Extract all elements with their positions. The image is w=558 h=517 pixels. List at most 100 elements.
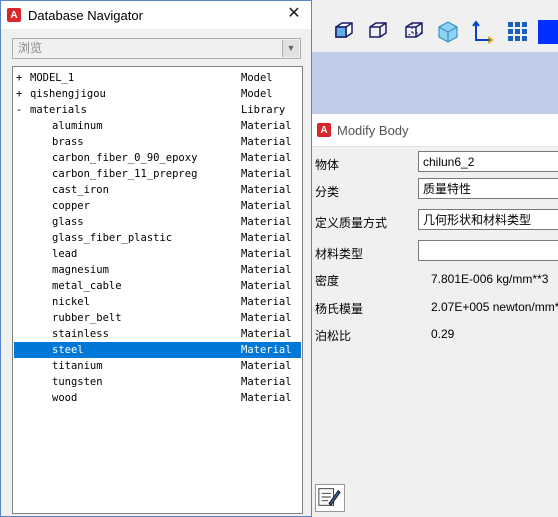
tree-item-brass[interactable]: brass Material [14,134,301,150]
tree-item-glass[interactable]: glass Material [14,214,301,230]
tree-item-rubber-belt[interactable]: rubber_belt Material [14,310,301,326]
body-name-field[interactable]: chilun6_2 [418,151,558,172]
tree-item-glass-fiber-plastic[interactable]: glass_fiber_plastic Material [14,230,301,246]
tree-item-type: Material [241,168,292,180]
tree-item-type: Material [241,200,292,212]
tree-item-name: rubber_belt [52,312,122,324]
collapse-icon[interactable]: - [16,102,22,118]
tree-item-name: glass [52,216,84,228]
define-mass-select[interactable]: 几何形状和材料类型 [418,209,558,230]
tree-item-name: steel [52,344,84,356]
tree-item-tungsten[interactable]: tungsten Material [14,374,301,390]
tree-item-lead[interactable]: lead Material [14,246,301,262]
tree-item-name: metal_cable [52,280,122,292]
database-navigator-titlebar[interactable]: A Database Navigator ✕ [1,1,311,29]
tree-item-type: Material [241,392,292,404]
tree-item-name: brass [52,136,84,148]
app-logo-icon: A [7,8,21,22]
view-cube-front-icon[interactable] [330,18,358,46]
tree-item-magnesium[interactable]: magnesium Material [14,262,301,278]
tree-item-name: aluminum [52,120,103,132]
graphics-canvas[interactable] [312,52,558,114]
tree-item-name: magnesium [52,264,109,276]
view-iso-shaded-icon[interactable] [434,18,462,46]
tree-item-name: wood [52,392,78,404]
tree-item-type: Material [241,344,292,356]
close-icon[interactable]: ✕ [285,5,303,23]
poisson-ratio-label: 泊松比 [315,329,352,343]
tree-item-name: stainless [52,328,109,340]
tree-item-titanium[interactable]: titanium Material [14,358,301,374]
tree-item-name: MODEL_1 [30,72,75,84]
tree-item-type: Material [241,280,292,292]
tree-item-stainless[interactable]: stainless Material [14,326,301,342]
tree-item-name: carbon_fiber_0_90_epoxy [52,152,198,164]
tree-item-name: cast_iron [52,184,109,196]
expand-icon[interactable]: + [16,70,22,86]
main-toolbar [312,14,558,52]
material-type-label: 材料类型 [315,247,364,261]
tree-item-name: nickel [52,296,90,308]
view-cube-hidden-icon[interactable] [400,18,428,46]
browse-mode-select[interactable]: 浏览 ▼ [12,38,301,59]
tree-item-materials[interactable]: - materials Library [14,102,301,118]
tree-item-type: Material [241,152,292,164]
youngs-modulus-label: 杨氏模量 [315,302,364,316]
tree-item-type: Material [241,248,292,260]
tree-item-type: Material [241,232,292,244]
category-select[interactable]: 质量特性 [418,178,558,199]
tree-item-type: Library [241,104,286,116]
coordinate-axes-icon[interactable] [468,18,496,46]
tree-item-name: tungsten [52,376,103,388]
tree-item-aluminum[interactable]: aluminum Material [14,118,301,134]
tree-item-type: Material [241,184,292,196]
mesh-grid-icon[interactable] [504,18,532,46]
tree-item-name: glass_fiber_plastic [52,232,173,244]
tree-item-name: carbon_fiber_11_prepreg [52,168,198,180]
tree-item-cast-iron[interactable]: cast_iron Material [14,182,301,198]
browse-mode-value: 浏览 [18,41,43,55]
app-logo-icon: A [317,123,331,137]
chevron-down-icon[interactable]: ▼ [282,40,299,57]
tree-item-name: lead [52,248,78,260]
tree-item-type: Material [241,264,292,276]
tree-item-type: Material [241,120,292,132]
window-title: Database Navigator [28,7,143,23]
category-label: 分类 [315,185,340,199]
tree-item-type: Material [241,376,292,388]
tree-item-nickel[interactable]: nickel Material [14,294,301,310]
tree-item-type: Material [241,296,292,308]
tree-item-qishengjigou[interactable]: + qishengjigou Model [14,86,301,102]
material-type-field[interactable] [418,240,558,261]
database-navigator-body: 浏览 ▼ + MODEL_1 Model + qishengjigou Model - mat… [1,29,311,516]
tree-item-type: Material [241,136,292,148]
youngs-modulus-value: 2.07E+005 newton/mm**2 [431,300,558,314]
tree-item-type: Material [241,360,292,372]
edit-notes-icon[interactable] [315,484,345,512]
tree-item-steel[interactable]: steel Material [14,342,301,358]
tree-item-carbon-fiber-11-prepreg[interactable]: carbon_fiber_11_prepreg Material [14,166,301,182]
tree-item-type: Material [241,312,292,324]
tree-item-wood[interactable]: wood Material [14,390,301,406]
body-label: 物体 [315,158,340,172]
tree-item-MODEL-1[interactable]: + MODEL_1 Model [14,70,301,86]
tree-item-carbon-fiber-0-90-epoxy[interactable]: carbon_fiber_0_90_epoxy Material [14,150,301,166]
expand-icon[interactable]: + [16,86,22,102]
view-cube-wire-icon[interactable] [364,18,392,46]
object-tree[interactable]: + MODEL_1 Model + qishengjigou Model - material… [12,66,303,514]
modify-body-dialog: A Modify Body 物体 chilun6_2 分类 质量特性 定义质量方… [310,114,558,517]
tree-item-metal-cable[interactable]: metal_cable Material [14,278,301,294]
tree-item-name: titanium [52,360,103,372]
modify-body-titlebar[interactable]: A Modify Body [311,114,558,147]
tree-item-name: copper [52,200,90,212]
color-swatch-icon[interactable] [538,20,558,44]
tree-item-copper[interactable]: copper Material [14,198,301,214]
tree-item-name: materials [30,104,87,116]
dialog-title: Modify Body [337,122,409,138]
define-mass-label: 定义质量方式 [315,216,388,230]
tree-item-type: Model [241,88,273,100]
density-label: 密度 [315,274,340,288]
tree-item-type: Model [241,72,273,84]
database-navigator-window: A Database Navigator ✕ 浏览 ▼ + MODEL_1 Mode… [0,0,312,517]
density-value: 7.801E-006 kg/mm**3 [431,272,549,286]
